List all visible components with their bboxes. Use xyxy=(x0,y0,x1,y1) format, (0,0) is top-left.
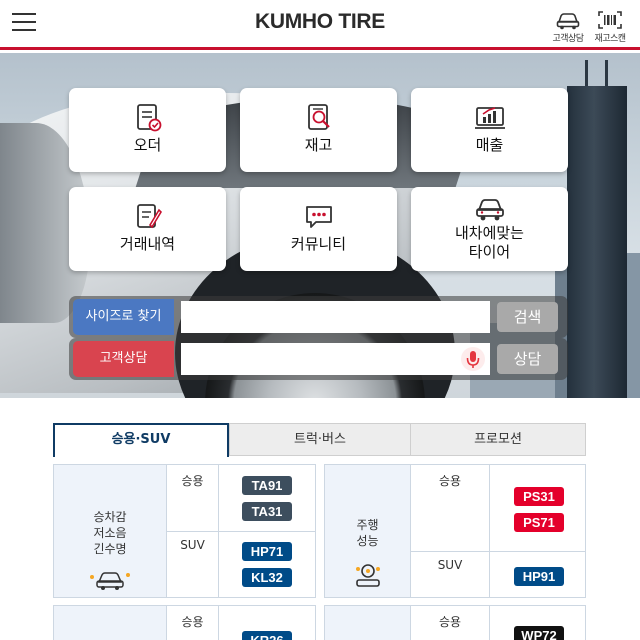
size-search-bar: 사이즈로 찾기 검색 xyxy=(69,296,568,338)
my-car-icon xyxy=(475,199,504,221)
consult-tag: 고객상담 xyxy=(73,341,174,377)
sales-tile[interactable]: 매출 xyxy=(411,88,568,172)
inventory-tile-label: 재고 xyxy=(304,136,333,154)
microphone-icon[interactable] xyxy=(460,346,486,372)
row-type-passenger: 승용 xyxy=(411,465,490,551)
category-title-4 xyxy=(325,606,411,640)
app-root: KUMHO TIRE 고객상담 재고스캔 오더 재고 매출 거래내역 커뮤니티 … xyxy=(0,0,640,640)
tab-promotion[interactable]: 프로모션 xyxy=(410,423,586,456)
tab-passenger-suv[interactable]: 승용·SUV xyxy=(53,423,229,457)
tire-model-badge[interactable]: TA31 xyxy=(242,502,292,521)
row-type-suv: SUV xyxy=(411,551,490,597)
category-performance-panel: 주행 성능 승용 SUV PS31 PS71 HP91 xyxy=(324,464,586,598)
inventory-search-icon xyxy=(307,104,330,130)
brand-title: KUMHO TIRE xyxy=(255,10,385,33)
category-title-line: 성능 xyxy=(356,534,379,548)
barcode-scan-icon xyxy=(598,11,622,29)
size-search-button[interactable]: 검색 xyxy=(497,302,558,332)
category-title-line: 주행 xyxy=(356,518,379,532)
transaction-history-label: 거래내역 xyxy=(119,235,176,253)
product-tabs: 승용·SUV 트럭·버스 프로모션 xyxy=(53,423,586,457)
consult-bar: 고객상담 상담 xyxy=(69,338,568,380)
tire-model-badge[interactable]: PS71 xyxy=(514,513,564,532)
tire-model-badge[interactable]: TA91 xyxy=(242,476,292,495)
stock-scan-label: 재고스캔 xyxy=(594,34,626,44)
background-skyscraper xyxy=(567,60,627,398)
tire-model-badge[interactable]: HP71 xyxy=(242,542,292,561)
category-comfort-title: 승차감 저소음 긴수명 xyxy=(54,465,167,597)
tire-model-badge[interactable]: PS31 xyxy=(514,487,564,506)
customer-consult-button[interactable]: 고객상담 xyxy=(545,10,591,44)
row-type-passenger: 승용 xyxy=(167,465,219,531)
my-car-tire-label-line2: 타이어 xyxy=(468,243,511,261)
tire-model-badge[interactable]: KR26 xyxy=(242,631,292,640)
size-search-tag: 사이즈로 찾기 xyxy=(73,299,174,335)
stock-scan-button[interactable]: 재고스캔 xyxy=(587,10,633,44)
sales-chart-icon xyxy=(474,107,505,129)
customer-consult-label: 고객상담 xyxy=(552,34,584,44)
tire-model-badge[interactable]: KL32 xyxy=(242,568,292,587)
inventory-tile[interactable]: 재고 xyxy=(240,88,397,172)
consult-button[interactable]: 상담 xyxy=(497,344,558,374)
order-tile-label: 오더 xyxy=(133,136,162,154)
my-car-tire-tile[interactable]: 내차에맞는 타이어 xyxy=(411,187,568,271)
driving-performance-icon xyxy=(355,564,380,587)
app-header: KUMHO TIRE 고객상담 재고스캔 xyxy=(0,0,640,50)
order-clipboard-icon xyxy=(136,104,161,132)
row-type-passenger: 승용 xyxy=(411,606,490,640)
order-tile[interactable]: 오더 xyxy=(69,88,226,172)
community-tile[interactable]: 커뮤니티 xyxy=(240,187,397,271)
row-divider xyxy=(411,551,585,552)
category-comfort-panel: 승차감 저소음 긴수명 승용 SUV TA91 TA31 HP71 KL32 xyxy=(53,464,316,598)
category-panel-4: 승용 WP72 xyxy=(324,605,586,640)
size-search-input[interactable] xyxy=(181,301,490,333)
tab-truck-bus[interactable]: 트럭·버스 xyxy=(229,423,411,456)
community-tile-label: 커뮤니티 xyxy=(290,235,347,253)
category-title-line: 승차감 xyxy=(93,510,127,524)
sales-tile-label: 매출 xyxy=(475,136,504,154)
consult-input[interactable] xyxy=(181,343,490,375)
transaction-history-tile[interactable]: 거래내역 xyxy=(69,187,226,271)
category-title-line: 긴수명 xyxy=(93,542,127,556)
row-type-passenger: 승용 xyxy=(167,606,219,640)
community-chat-icon xyxy=(305,206,332,228)
car-comfort-icon xyxy=(90,572,130,590)
car-consult-icon xyxy=(556,13,580,30)
category-title-line: 저소음 xyxy=(93,526,127,540)
category-title-3 xyxy=(54,606,167,640)
category-performance-title: 주행 성능 xyxy=(325,465,411,597)
my-car-tire-label-line1: 내차에맞는 xyxy=(454,224,524,242)
tire-model-badge[interactable]: HP91 xyxy=(514,567,564,586)
tire-model-badge[interactable]: WP72 xyxy=(514,626,564,640)
transaction-history-icon xyxy=(136,204,162,229)
row-type-suv: SUV xyxy=(167,531,219,597)
hero-banner: 오더 재고 매출 거래내역 커뮤니티 내차에맞는 타이어 사이즈로 찾기 검색 … xyxy=(0,53,640,398)
category-panel-3: 승용 KR26 xyxy=(53,605,316,640)
row-divider xyxy=(167,531,315,532)
